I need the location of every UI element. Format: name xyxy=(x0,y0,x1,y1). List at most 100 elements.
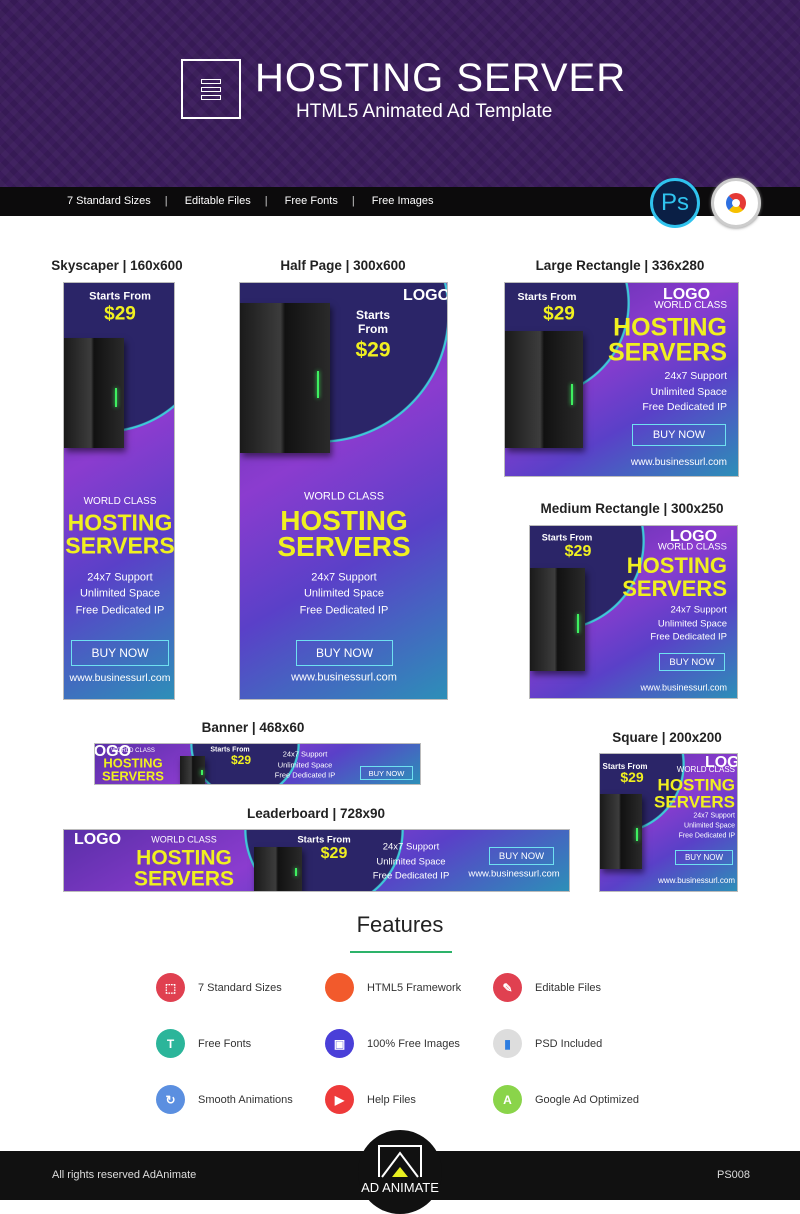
headline: SERVERS xyxy=(654,792,735,812)
ad-logo: LOGO xyxy=(71,831,121,849)
buy-now-button[interactable]: BUY NOW xyxy=(659,653,725,671)
tagline: WORLD CLASS xyxy=(657,541,727,553)
strip-item: Editable Files xyxy=(184,195,251,207)
logo-text: LOGO xyxy=(94,743,132,760)
feature-line: 24x7 Support xyxy=(311,571,377,584)
feature-line: 24x7 Support xyxy=(693,812,735,820)
headline: SERVERS xyxy=(277,531,411,562)
logo-text: LOGO xyxy=(402,287,448,304)
feature-line: Free Dedicated IP xyxy=(274,770,336,780)
headline: HOSTING xyxy=(67,509,173,536)
headline: HOSTING xyxy=(657,775,735,795)
feature-line: Free Dedicated IP xyxy=(75,604,165,617)
ad-preview: WORLD CLASS HOSTING SERVERS Starts From $29 2… xyxy=(94,743,421,785)
feature-line: Unlimited Space xyxy=(277,760,333,770)
feature-line: Unlimited Space xyxy=(684,822,735,830)
font-icon: T xyxy=(156,1029,185,1058)
website-url: www.businessurl.com xyxy=(291,671,397,684)
website-url: www.businessurl.com xyxy=(640,682,727,693)
ad-size-title: Skyscaper | 160x600 xyxy=(51,258,183,273)
ad-size-title: Half Page | 300x600 xyxy=(280,258,406,273)
feature-label: PSD Included xyxy=(535,1037,603,1050)
ad-preview: Starts From $29 LOGO WORLD CLASS HOSTING SERVE… xyxy=(239,282,448,700)
starts-from-label: From xyxy=(358,322,388,336)
price: $29 xyxy=(620,769,644,785)
server-image xyxy=(254,847,302,891)
brand-name: AD ANIMATE xyxy=(361,1180,439,1195)
tagline: WORLD CLASS xyxy=(151,834,217,845)
headline: HOSTING xyxy=(613,313,727,342)
editable-files-icon: ✎ xyxy=(493,973,522,1002)
price: $29 xyxy=(543,303,575,325)
ad-preview: Starts From$29LOGOWORLD CLASSHOSTINGSERV… xyxy=(529,525,738,699)
ad-logo: LOGO xyxy=(94,743,132,761)
tagline: WORLD CLASS xyxy=(83,496,157,507)
feature-line: Free Dedicated IP xyxy=(372,870,450,882)
google-web-designer-icon xyxy=(711,178,761,228)
feature-label: 7 Standard Sizes xyxy=(198,981,282,994)
images-icon: ▣ xyxy=(325,1029,354,1058)
feature-line: 24x7 Support xyxy=(382,841,440,853)
server-image xyxy=(505,331,583,448)
feature-label: Editable Files xyxy=(535,981,602,994)
animation-icon: ↻ xyxy=(156,1085,185,1114)
feature-line: Unlimited Space xyxy=(303,587,385,600)
feature-label: HTML5 Framework xyxy=(367,981,462,994)
headline: SERVERS xyxy=(622,576,727,601)
tagline: WORLD CLASS xyxy=(676,765,735,774)
ad-preview: LOGO WORLD CLASS HOSTING SERVERS Starts From… xyxy=(63,829,570,892)
headline: SERVERS xyxy=(607,338,727,367)
headline: HOSTING xyxy=(136,846,232,870)
server-image xyxy=(530,568,585,671)
feature-line: 24x7 Support xyxy=(664,369,727,382)
feature-item: ▮ PSD Included xyxy=(493,1029,602,1058)
buy-now-button[interactable]: BUY NOW xyxy=(675,850,733,865)
website-url: www.businessurl.com xyxy=(468,868,560,880)
headline: SERVERS xyxy=(102,768,164,784)
ad-preview: Starts From$29LOGOWORLD CLASSHOSTINGSERV… xyxy=(599,753,738,892)
help-files-icon: ▶ xyxy=(325,1085,354,1114)
server-image xyxy=(180,756,205,784)
feature-line: Free Dedicated IP xyxy=(678,832,735,840)
feature-line: Unlimited Space xyxy=(376,856,446,868)
price: $29 xyxy=(104,303,136,325)
feature-item: A Google Ad Optimized xyxy=(493,1085,639,1114)
copyright: All rights reserved AdAnimate xyxy=(52,1169,197,1181)
feature-item: ⬚ 7 Standard Sizes xyxy=(156,973,282,1002)
feature-line: Unlimited Space xyxy=(657,618,727,630)
server-icon xyxy=(181,59,241,119)
feature-item: ▣ 100% Free Images xyxy=(325,1029,460,1058)
ad-preview: Starts From$29LOGOWORLD CLASSHOSTINGSERV… xyxy=(504,282,739,477)
feature-label: Free Fonts xyxy=(198,1037,252,1050)
buy-now-button[interactable]: BUY NOW xyxy=(489,847,554,865)
logo-text: LOGO xyxy=(73,831,122,848)
feature-line: 24x7 Support xyxy=(282,749,328,759)
ad-logo: LOGO xyxy=(400,287,448,305)
feature-item: ▶ Help Files xyxy=(325,1085,416,1114)
feature-line: Free Dedicated IP xyxy=(299,604,389,617)
buy-now-button[interactable]: BUY NOW xyxy=(71,640,169,666)
feature-item: ↻ Smooth Animations xyxy=(156,1085,293,1114)
buy-now-button[interactable]: BUY NOW xyxy=(296,640,393,666)
page-title: HOSTING SERVER xyxy=(255,56,627,100)
ad-preview: Starts From$29LOGOWORLD CLASSHOSTINGSERV… xyxy=(63,282,175,700)
buy-now-button[interactable]: BUY NOW xyxy=(360,766,413,780)
html5-icon xyxy=(325,973,354,1002)
strip-item: 7 Standard Sizes xyxy=(67,195,151,207)
feature-line: 24x7 Support xyxy=(670,604,727,616)
buy-now-button[interactable]: BUY NOW xyxy=(632,424,726,446)
feature-line: 24x7 Support xyxy=(87,571,153,584)
headline: HOSTING xyxy=(626,553,727,578)
features-title: Features xyxy=(356,912,444,937)
features-divider xyxy=(350,951,452,953)
tagline: WORLD CLASS xyxy=(303,490,385,503)
price: $29 xyxy=(320,845,348,862)
ad-size-title: Large Rectangle | 336x280 xyxy=(535,258,705,273)
psd-icon: ▮ xyxy=(493,1029,522,1058)
price: $29 xyxy=(230,753,252,767)
headline: SERVERS xyxy=(134,867,234,891)
starts-from-label: Starts From xyxy=(517,290,577,303)
server-image xyxy=(600,794,642,869)
server-image xyxy=(240,303,330,453)
price: $29 xyxy=(564,543,592,560)
